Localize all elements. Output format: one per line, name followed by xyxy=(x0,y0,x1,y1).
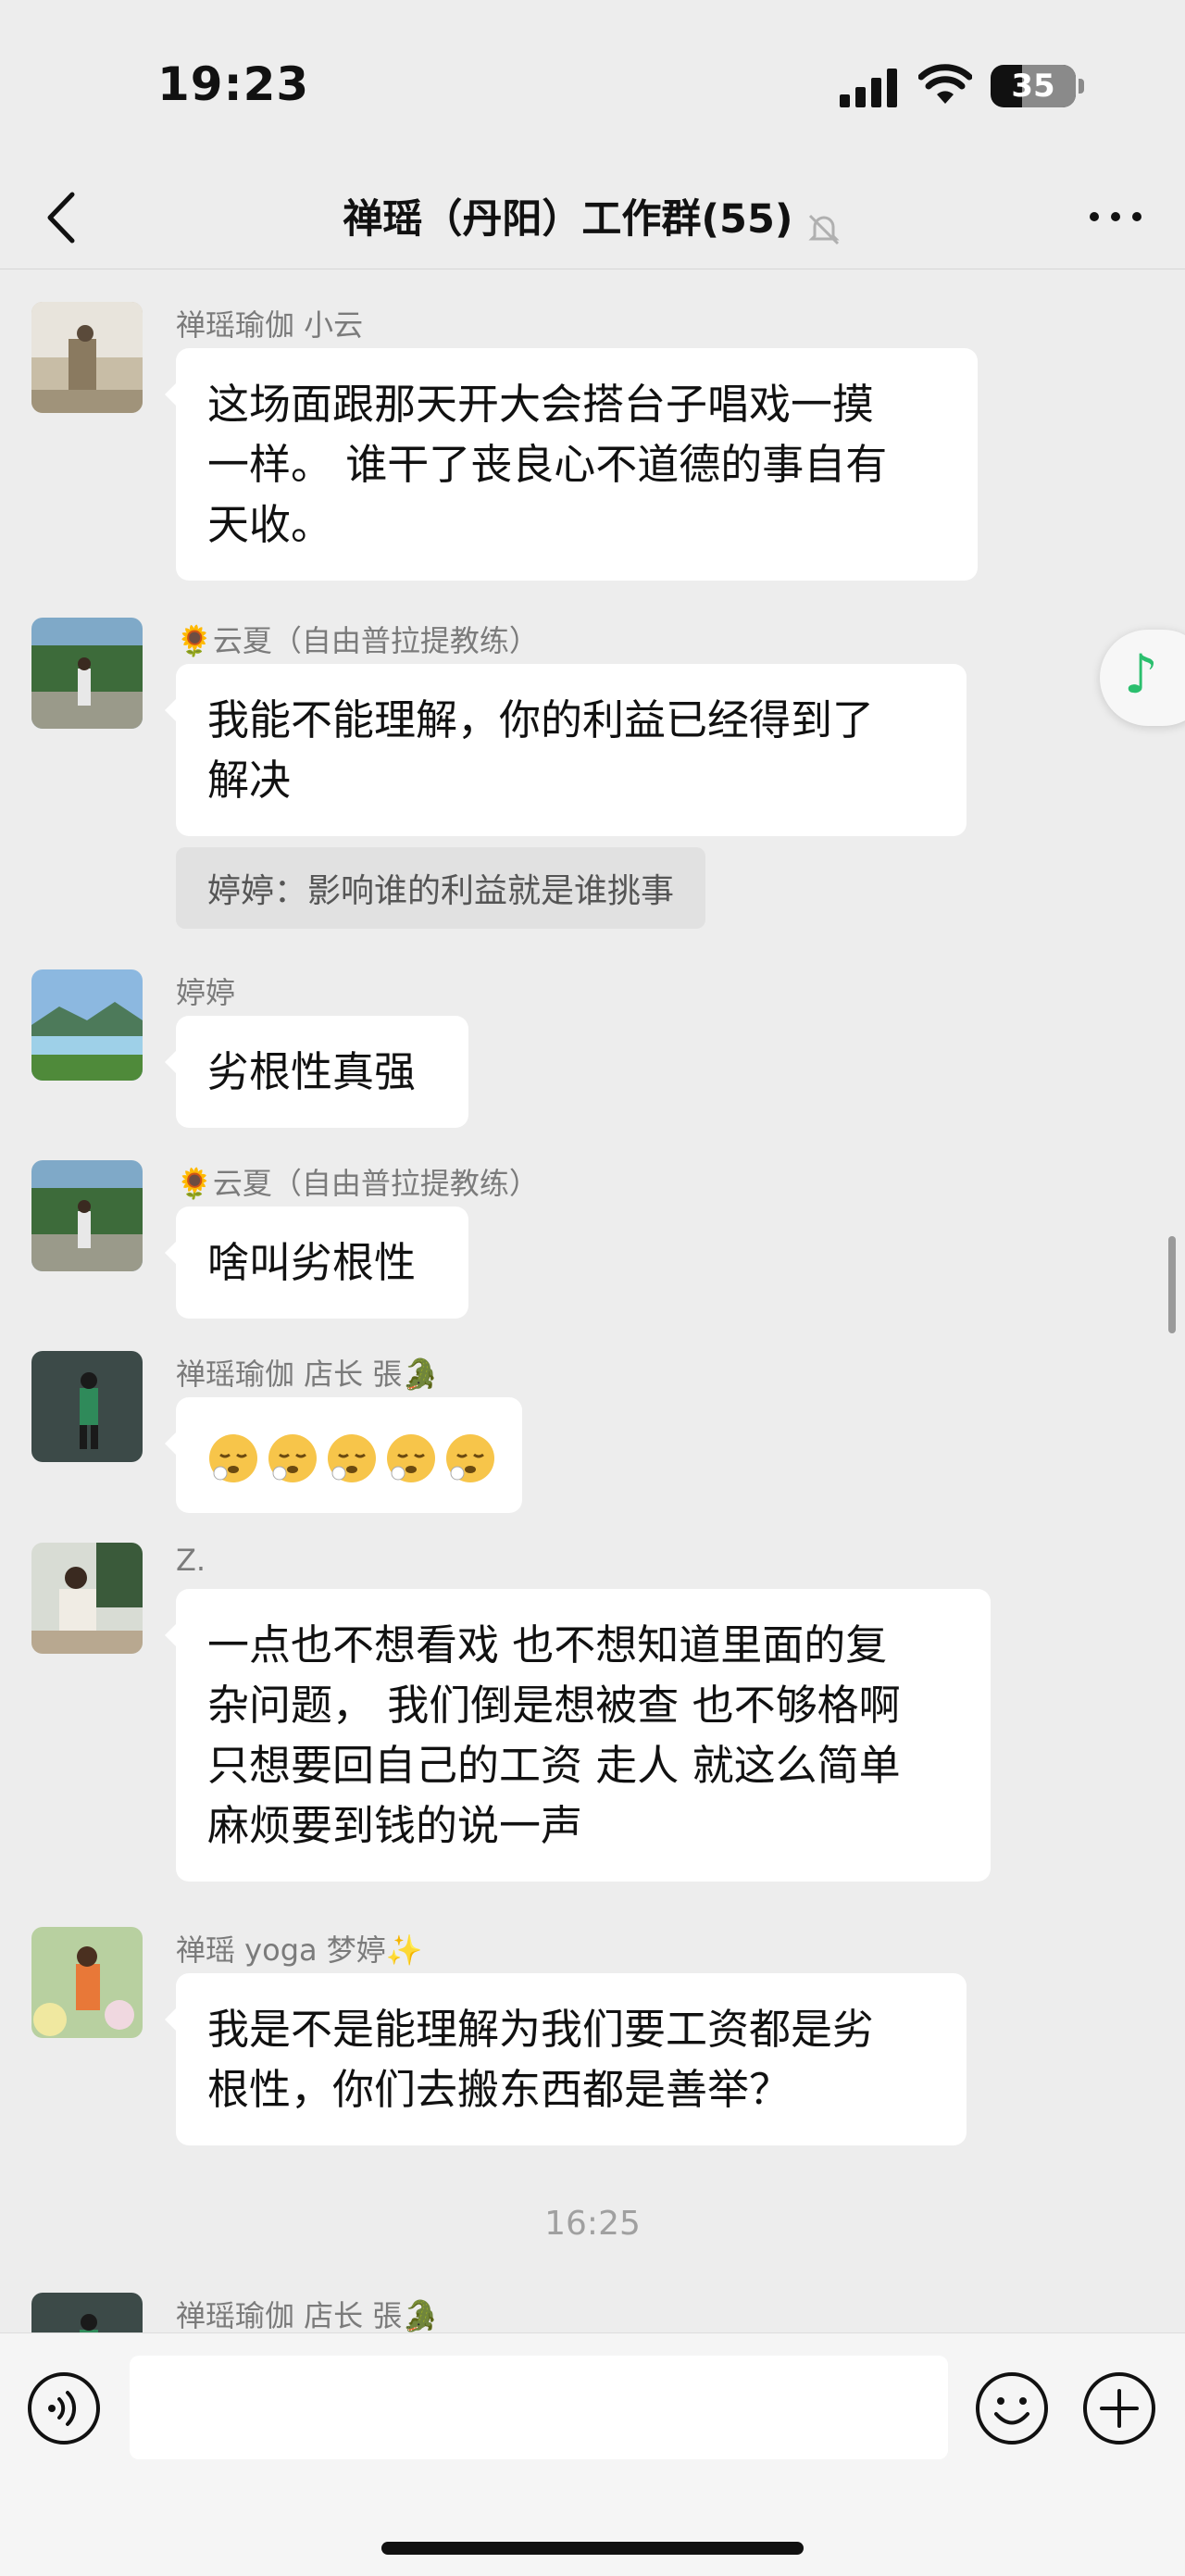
sender-name: 禅瑶瑜伽 小云 xyxy=(176,307,364,343)
status-time: 19:23 xyxy=(157,57,310,111)
bell-off-icon xyxy=(808,214,840,244)
sleepy-face-icon xyxy=(209,1434,257,1482)
voice-icon[interactable] xyxy=(26,2370,102,2446)
message-text: 解决 xyxy=(207,756,292,805)
sender-name: Z. xyxy=(176,1543,206,1578)
message-bubble[interactable]: 劣根性真强 xyxy=(165,1016,468,1128)
message-text: 杂问题， 我们倒是想被查 也不够格啊 xyxy=(207,1681,901,1730)
message-bubble[interactable] xyxy=(165,1397,522,1513)
message-text: 这场面跟那天开大会搭台子唱戏一摸 xyxy=(207,380,875,429)
avatar[interactable] xyxy=(31,1543,143,1654)
message-timestamp: 16:25 xyxy=(544,2205,641,2243)
message-text: 天收。 xyxy=(207,500,333,549)
music-note-icon: ♪ xyxy=(1124,643,1159,706)
message-bubble[interactable]: 一点也不想看戏 也不想知道里面的复 杂问题， 我们倒是想被查 也不够格啊 只想要… xyxy=(165,1589,991,1882)
sender-name: 禅瑶瑜伽 店长 張🐊 xyxy=(176,2298,440,2332)
message-text: 根性，你们去搬东西都是善举？ xyxy=(207,2065,792,2114)
input-bar xyxy=(0,2332,1185,2576)
message-text: 只想要回自己的工资 走人 就这么简单 xyxy=(207,1741,901,1790)
battery-indicator: 35 xyxy=(991,65,1084,107)
quoted-message[interactable]: 婷婷：影响谁的利益就是谁挑事 xyxy=(176,847,706,929)
message-text: 我是不是能理解为我们要工资都是劣 xyxy=(207,2005,875,2054)
message-bubble[interactable]: 这场面跟那天开大会搭台子唱戏一摸 一样。 谁干了丧良心不道德的事自有 天收。 xyxy=(165,348,978,581)
message-input[interactable] xyxy=(130,2356,948,2459)
sleepy-face-icon xyxy=(446,1434,494,1482)
smiley-icon[interactable] xyxy=(974,2370,1050,2446)
avatar[interactable] xyxy=(31,618,143,729)
message-bubble[interactable]: 我能不能理解，你的利益已经得到了 解决 xyxy=(165,664,967,836)
message-text: 一点也不想看戏 也不想知道里面的复 xyxy=(207,1620,888,1669)
status-bar: 19:23 35 xyxy=(0,0,1185,167)
message-text: 劣根性真强 xyxy=(207,1047,417,1096)
plus-icon[interactable] xyxy=(1081,2370,1157,2446)
sender-name: 婷婷 xyxy=(176,975,236,1010)
avatar[interactable] xyxy=(31,2293,143,2332)
avatar[interactable] xyxy=(31,969,143,1081)
avatar[interactable] xyxy=(31,302,143,413)
cellular-signal-icon xyxy=(840,69,897,107)
home-indicator xyxy=(381,2542,804,2555)
sender-name: 🌻云夏（自由普拉提教练） xyxy=(176,623,539,658)
more-dots-icon[interactable] xyxy=(1083,198,1148,235)
message-list[interactable]: 禅瑶瑜伽 小云 这场面跟那天开大会搭台子唱戏一摸 一样。 谁干了丧良心不道德的事… xyxy=(0,269,1185,2332)
chat-title: 禅瑶（丹阳）工作群(55) xyxy=(343,196,793,243)
message-bubble[interactable]: 我是不是能理解为我们要工资都是劣 根性，你们去搬东西都是善举？ xyxy=(165,1973,967,2145)
wifi-icon xyxy=(918,64,972,104)
sender-name: 🌻云夏（自由普拉提教练） xyxy=(176,1166,539,1201)
message-text: 一样。 谁干了丧良心不道德的事自有 xyxy=(207,440,888,489)
message-text: 啥叫劣根性 xyxy=(207,1238,417,1287)
sender-name: 禅瑶瑜伽 店长 張🐊 xyxy=(176,1357,440,1392)
battery-level: 35 xyxy=(1011,68,1055,105)
chat-title-area: 禅瑶（丹阳）工作群(55) xyxy=(0,187,1185,247)
sender-name: 禅瑶 yoga 梦婷✨ xyxy=(176,1932,423,1968)
message-bubble[interactable]: 啥叫劣根性 xyxy=(165,1207,468,1319)
sleepy-face-icon xyxy=(387,1434,435,1482)
chat-header: 禅瑶（丹阳）工作群(55) xyxy=(0,167,1185,269)
sleepy-face-icon xyxy=(328,1434,376,1482)
avatar[interactable] xyxy=(31,1927,143,2038)
scrollbar[interactable] xyxy=(1168,1236,1176,1333)
avatar[interactable] xyxy=(31,1351,143,1462)
message-text: 我能不能理解，你的利益已经得到了 xyxy=(207,695,875,744)
sleepy-face-icon xyxy=(268,1434,317,1482)
avatar[interactable] xyxy=(31,1160,143,1271)
message-text: 麻烦要到钱的说一声 xyxy=(207,1801,583,1850)
